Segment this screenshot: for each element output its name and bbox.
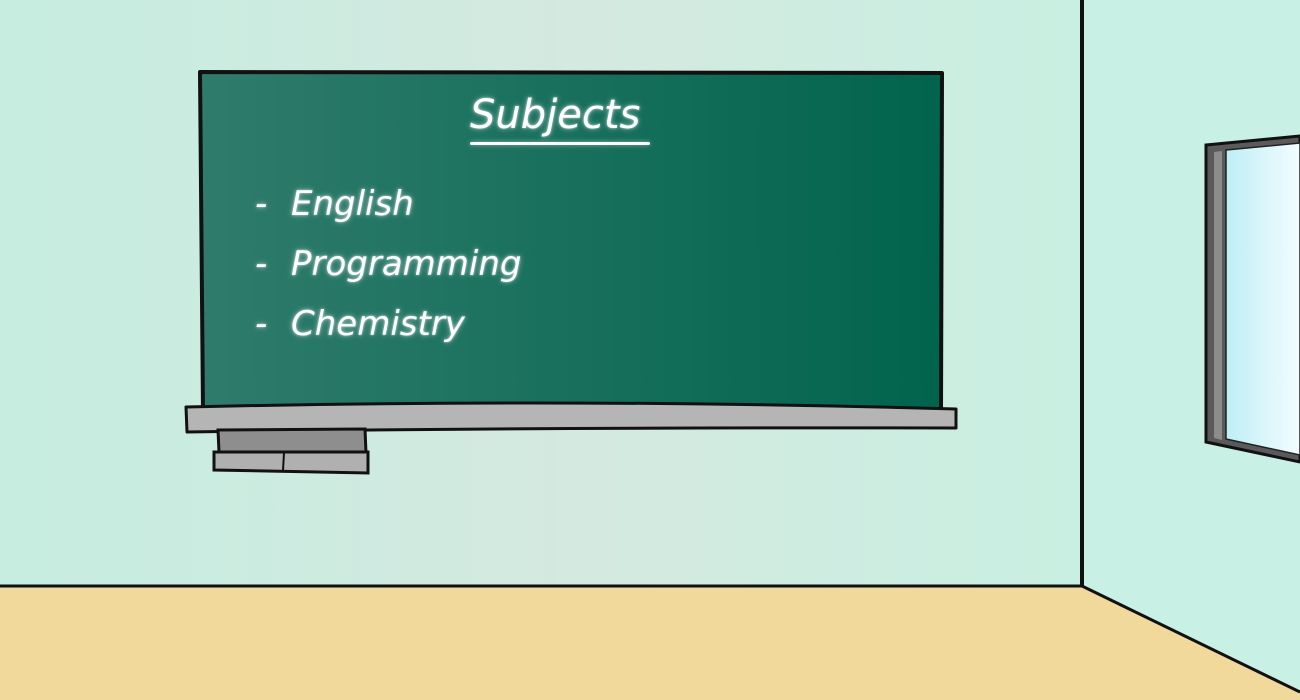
bullet-dash: -	[255, 184, 268, 224]
bullet-dash: -	[255, 244, 268, 284]
subject-item-programming: - Programming	[255, 244, 522, 284]
subject-label: Programming	[291, 244, 522, 284]
eraser	[212, 427, 370, 475]
title-underline	[470, 142, 650, 145]
subject-item-english: - English	[255, 184, 414, 224]
floor	[0, 586, 1300, 700]
window	[1204, 134, 1300, 464]
chalk-tray	[184, 401, 958, 434]
subject-label: Chemistry	[291, 304, 465, 344]
subject-item-chemistry: - Chemistry	[255, 304, 465, 344]
classroom-background	[0, 0, 1300, 700]
subject-label: English	[291, 184, 414, 224]
bullet-dash: -	[255, 304, 268, 344]
classroom-scene: Subjects - English - Programming - Chemistr…	[0, 0, 1300, 700]
chalkboard-title: Subjects	[470, 92, 641, 138]
